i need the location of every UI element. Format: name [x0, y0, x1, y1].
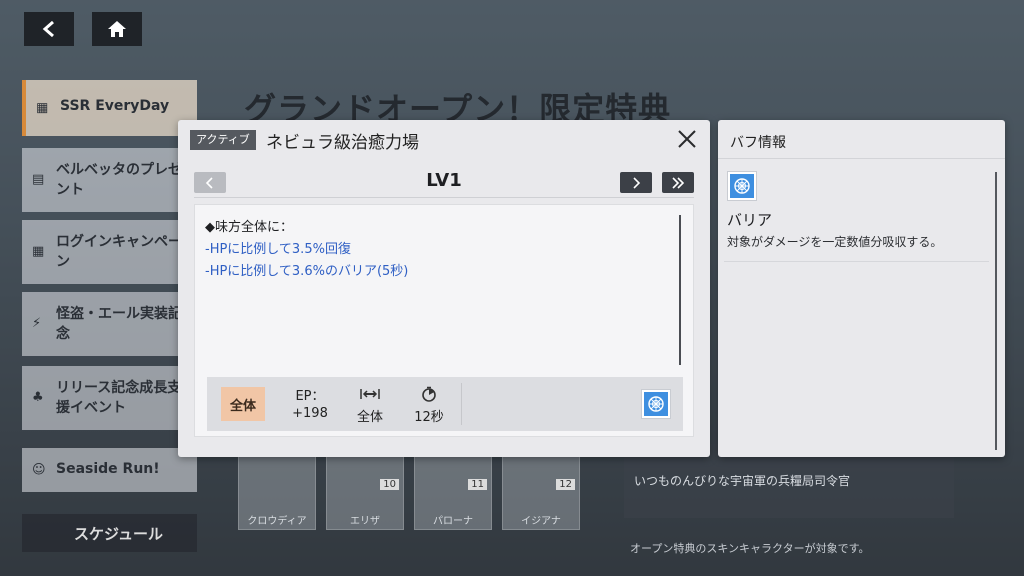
schedule-button[interactable]: スケジュール: [22, 514, 197, 552]
next-level-button[interactable]: [620, 172, 652, 193]
skill-detail-dialog: アクティブ ネビュラ級治癒力場 LV1 ◆味方全体に： -HPに比例して3.5%…: [178, 120, 710, 457]
description-line: -HPに比例して3.5%回復: [205, 242, 351, 257]
buff-panel-title: バフ情報: [730, 135, 786, 151]
sidebar-item-growth-event[interactable]: ♣ リリース記念成長支援イベント: [22, 366, 197, 430]
buff-info-panel: バフ情報 バリア 対象がダメージを一定数値分吸収する。: [718, 120, 1005, 457]
home-icon: [108, 21, 126, 37]
bolt-icon: ⚡: [32, 316, 42, 331]
barrier-icon: [734, 178, 750, 194]
range-icon: [360, 389, 380, 399]
target-tag: 全体: [221, 387, 265, 421]
sidebar-item-label: リリース記念成長支援イベント: [56, 380, 182, 416]
dialog-header: アクティブ ネビュラ級治癒力場: [178, 120, 710, 158]
character-info-text: いつものんびりな宇宙軍の兵糧局司令官: [634, 474, 851, 488]
buff-panel-scrollbar[interactable]: [995, 172, 997, 450]
description-scrollbar[interactable]: [679, 215, 681, 365]
max-level-button[interactable]: [662, 172, 694, 193]
skill-name: ネビュラ級治癒力場: [266, 133, 419, 153]
skill-level: LV1: [426, 170, 462, 191]
sidebar-item-label: 怪盗・エール実装記念: [56, 306, 182, 342]
back-button[interactable]: [24, 12, 74, 46]
character-card[interactable]: 10 エリザ: [326, 452, 404, 530]
buff-description: 対象がダメージを一定数値分吸収する。: [727, 235, 943, 249]
cooldown-stat: 12秒: [407, 385, 451, 425]
ep-stat: EP： +198: [285, 385, 335, 422]
sidebar-item-label: ベルベッタのプレゼント: [56, 162, 182, 198]
description-heading: ◆味方全体に：: [205, 220, 293, 235]
character-name: クロウディア: [247, 516, 307, 527]
barrier-buff-icon: [727, 171, 757, 201]
barrier-icon: [648, 396, 664, 412]
users-icon: ♣: [32, 390, 44, 405]
close-icon: [678, 130, 696, 148]
ep-label: EP：: [295, 388, 325, 404]
barrier-buff-button[interactable]: [641, 389, 671, 419]
skill-stats-bar: 全体 EP： +198 全体 12秒: [207, 377, 683, 431]
range-stat: 全体: [347, 385, 393, 425]
buff-name: バリア: [727, 211, 773, 229]
sidebar-item-label: ログインキャンペーン: [56, 234, 182, 270]
character-card[interactable]: 11 パローナ: [414, 452, 492, 530]
sidebar-item-present[interactable]: ▤ ベルベッタのプレゼント: [22, 148, 197, 212]
character-number: 12: [556, 479, 575, 490]
buff-panel-divider: [718, 158, 1005, 159]
chevron-left-icon: [205, 176, 213, 189]
skill-description: ◆味方全体に： -HPに比例して3.5%回復 -HPに比例して3.6%のバリア(…: [205, 217, 665, 283]
double-chevron-right-icon: [672, 176, 685, 189]
event-footnote: オープン特典のスキンキャラクターが対象です。: [630, 542, 870, 555]
sidebar-item-ssr-everyday[interactable]: ▦ SSR EveryDay: [22, 80, 197, 136]
character-number: 10: [380, 479, 399, 490]
description-line: -HPに比例して3.6%のバリア(5秒): [205, 264, 409, 279]
schedule-label: スケジュール: [74, 524, 163, 543]
gift-icon: ▤: [32, 172, 45, 187]
calendar-icon: ▦: [32, 244, 45, 259]
ep-value: +198: [292, 406, 328, 421]
sidebar-item-label: SSR EveryDay: [60, 98, 170, 114]
buff-separator: [724, 261, 989, 262]
sidebar-item-label: Seaside Run!: [56, 461, 160, 477]
range-value: 全体: [356, 410, 383, 425]
sidebar-item-seaside-run[interactable]: ☺ Seaside Run!: [22, 448, 197, 492]
level-selector: LV1: [194, 170, 694, 198]
skill-description-box: ◆味方全体に： -HPに比例して3.5%回復 -HPに比例して3.6%のバリア(…: [194, 204, 694, 437]
character-card[interactable]: 12 イジアナ: [502, 452, 580, 530]
character-name: イジアナ: [521, 516, 561, 527]
character-name: エリザ: [350, 516, 380, 527]
character-number: 11: [468, 479, 487, 490]
cooldown-value: 12秒: [414, 410, 444, 425]
close-button[interactable]: [674, 126, 700, 152]
character-name: パローナ: [433, 516, 473, 527]
character-card[interactable]: クロウディア: [238, 452, 316, 530]
chevron-left-icon: [42, 20, 54, 38]
chevron-right-icon: [633, 176, 641, 189]
skill-type-tag: アクティブ: [190, 130, 256, 150]
sidebar-item-thief-ale[interactable]: ⚡ 怪盗・エール実装記念: [22, 292, 197, 356]
person-icon: ☺: [32, 462, 46, 478]
sidebar-item-login-campaign[interactable]: ▦ ログインキャンペーン: [22, 220, 197, 284]
home-button[interactable]: [92, 12, 142, 46]
calendar-icon: ▦: [36, 100, 49, 116]
cooldown-timer-icon: [422, 386, 436, 402]
previous-level-button[interactable]: [194, 172, 226, 193]
stats-divider: [461, 383, 462, 425]
